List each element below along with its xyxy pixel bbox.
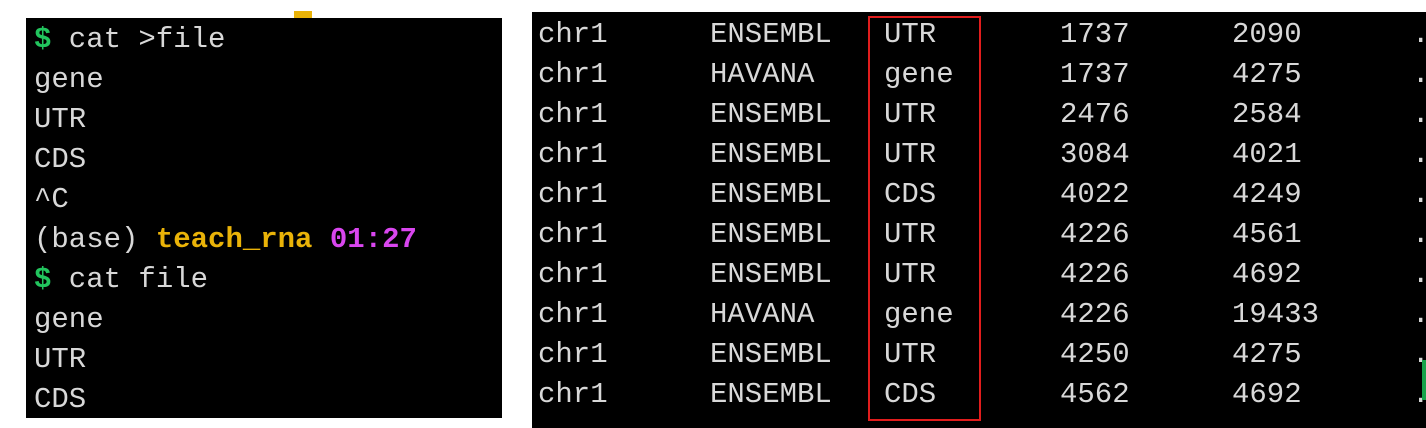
end-cell: 2584 (1232, 98, 1302, 131)
score-cell: . (1412, 295, 1426, 335)
score-cell: . (1412, 95, 1426, 135)
seqname-cell: chr1 (538, 138, 608, 171)
source-cell: ENSEMBL (710, 378, 832, 411)
source-cell: HAVANA (710, 298, 815, 331)
end-cell: 4021 (1232, 138, 1302, 171)
start-cell: 4226 (1060, 298, 1130, 331)
seqname-cell: chr1 (538, 258, 608, 291)
end-cell: 4692 (1232, 258, 1302, 291)
end-cell: 4249 (1232, 178, 1302, 211)
env-label: (base) (34, 223, 156, 256)
source-cell: ENSEMBL (710, 338, 832, 371)
source-cell: ENSEMBL (710, 218, 832, 251)
seqname-cell: chr1 (538, 98, 608, 131)
terminal-line: CDS (34, 383, 87, 416)
seqname-cell: chr1 (538, 338, 608, 371)
prompt-symbol: $ (34, 263, 52, 296)
prompt-symbol: $ (34, 23, 52, 56)
score-cell: . (1412, 55, 1426, 95)
scroll-indicator (1422, 360, 1426, 400)
source-cell: ENSEMBL (710, 258, 832, 291)
end-cell: 4275 (1232, 58, 1302, 91)
start-cell: 4022 (1060, 178, 1130, 211)
seqname-cell: chr1 (538, 378, 608, 411)
terminal-line: $ cat file (34, 260, 208, 300)
command-text: cat file (51, 263, 209, 296)
end-cell: 4275 (1232, 338, 1302, 371)
start-cell: 4562 (1060, 378, 1130, 411)
seqname-cell: chr1 (538, 218, 608, 251)
terminal-line: ^C (34, 183, 69, 216)
feature-column-highlight (868, 16, 981, 421)
terminal-line: (base) teach_rna 01:27 (34, 220, 417, 260)
terminal-line: $ cat >file (34, 20, 225, 60)
end-cell: 4692 (1232, 378, 1302, 411)
terminal-line: CDS (34, 143, 87, 176)
source-cell: ENSEMBL (710, 178, 832, 211)
seqname-cell: chr1 (538, 298, 608, 331)
source-cell: HAVANA (710, 58, 815, 91)
end-cell: 2090 (1232, 18, 1302, 51)
start-cell: 1737 (1060, 18, 1130, 51)
seqname-cell: chr1 (538, 178, 608, 211)
score-cell: . (1412, 15, 1426, 55)
start-cell: 4250 (1060, 338, 1130, 371)
cursor-artifact (294, 11, 312, 18)
time-stamp: 01:27 (312, 223, 417, 256)
command-text: cat >file (51, 23, 226, 56)
source-cell: ENSEMBL (710, 18, 832, 51)
terminal-line: gene (34, 63, 104, 96)
end-cell: 4561 (1232, 218, 1302, 251)
terminal-left[interactable]: $ cat >file gene UTR CDS ^C (base) teach… (26, 18, 502, 418)
score-cell: . (1412, 135, 1426, 175)
score-cell: . (1412, 255, 1426, 295)
source-cell: ENSEMBL (710, 138, 832, 171)
start-cell: 1737 (1060, 58, 1130, 91)
terminal-line: UTR (34, 343, 87, 376)
source-cell: ENSEMBL (710, 98, 832, 131)
seqname-cell: chr1 (538, 58, 608, 91)
start-cell: 3084 (1060, 138, 1130, 171)
seqname-cell: chr1 (538, 18, 608, 51)
terminal-line: UTR (34, 103, 87, 136)
start-cell: 4226 (1060, 258, 1130, 291)
user-name: teach_rna (155, 223, 313, 256)
score-cell: . (1412, 215, 1426, 255)
terminal-right[interactable]: chr1ENSEMBLUTR17372090.chr1HAVANAgene173… (532, 12, 1426, 428)
start-cell: 2476 (1060, 98, 1130, 131)
terminal-line: gene (34, 303, 104, 336)
end-cell: 19433 (1232, 298, 1320, 331)
score-cell: . (1412, 175, 1426, 215)
start-cell: 4226 (1060, 218, 1130, 251)
